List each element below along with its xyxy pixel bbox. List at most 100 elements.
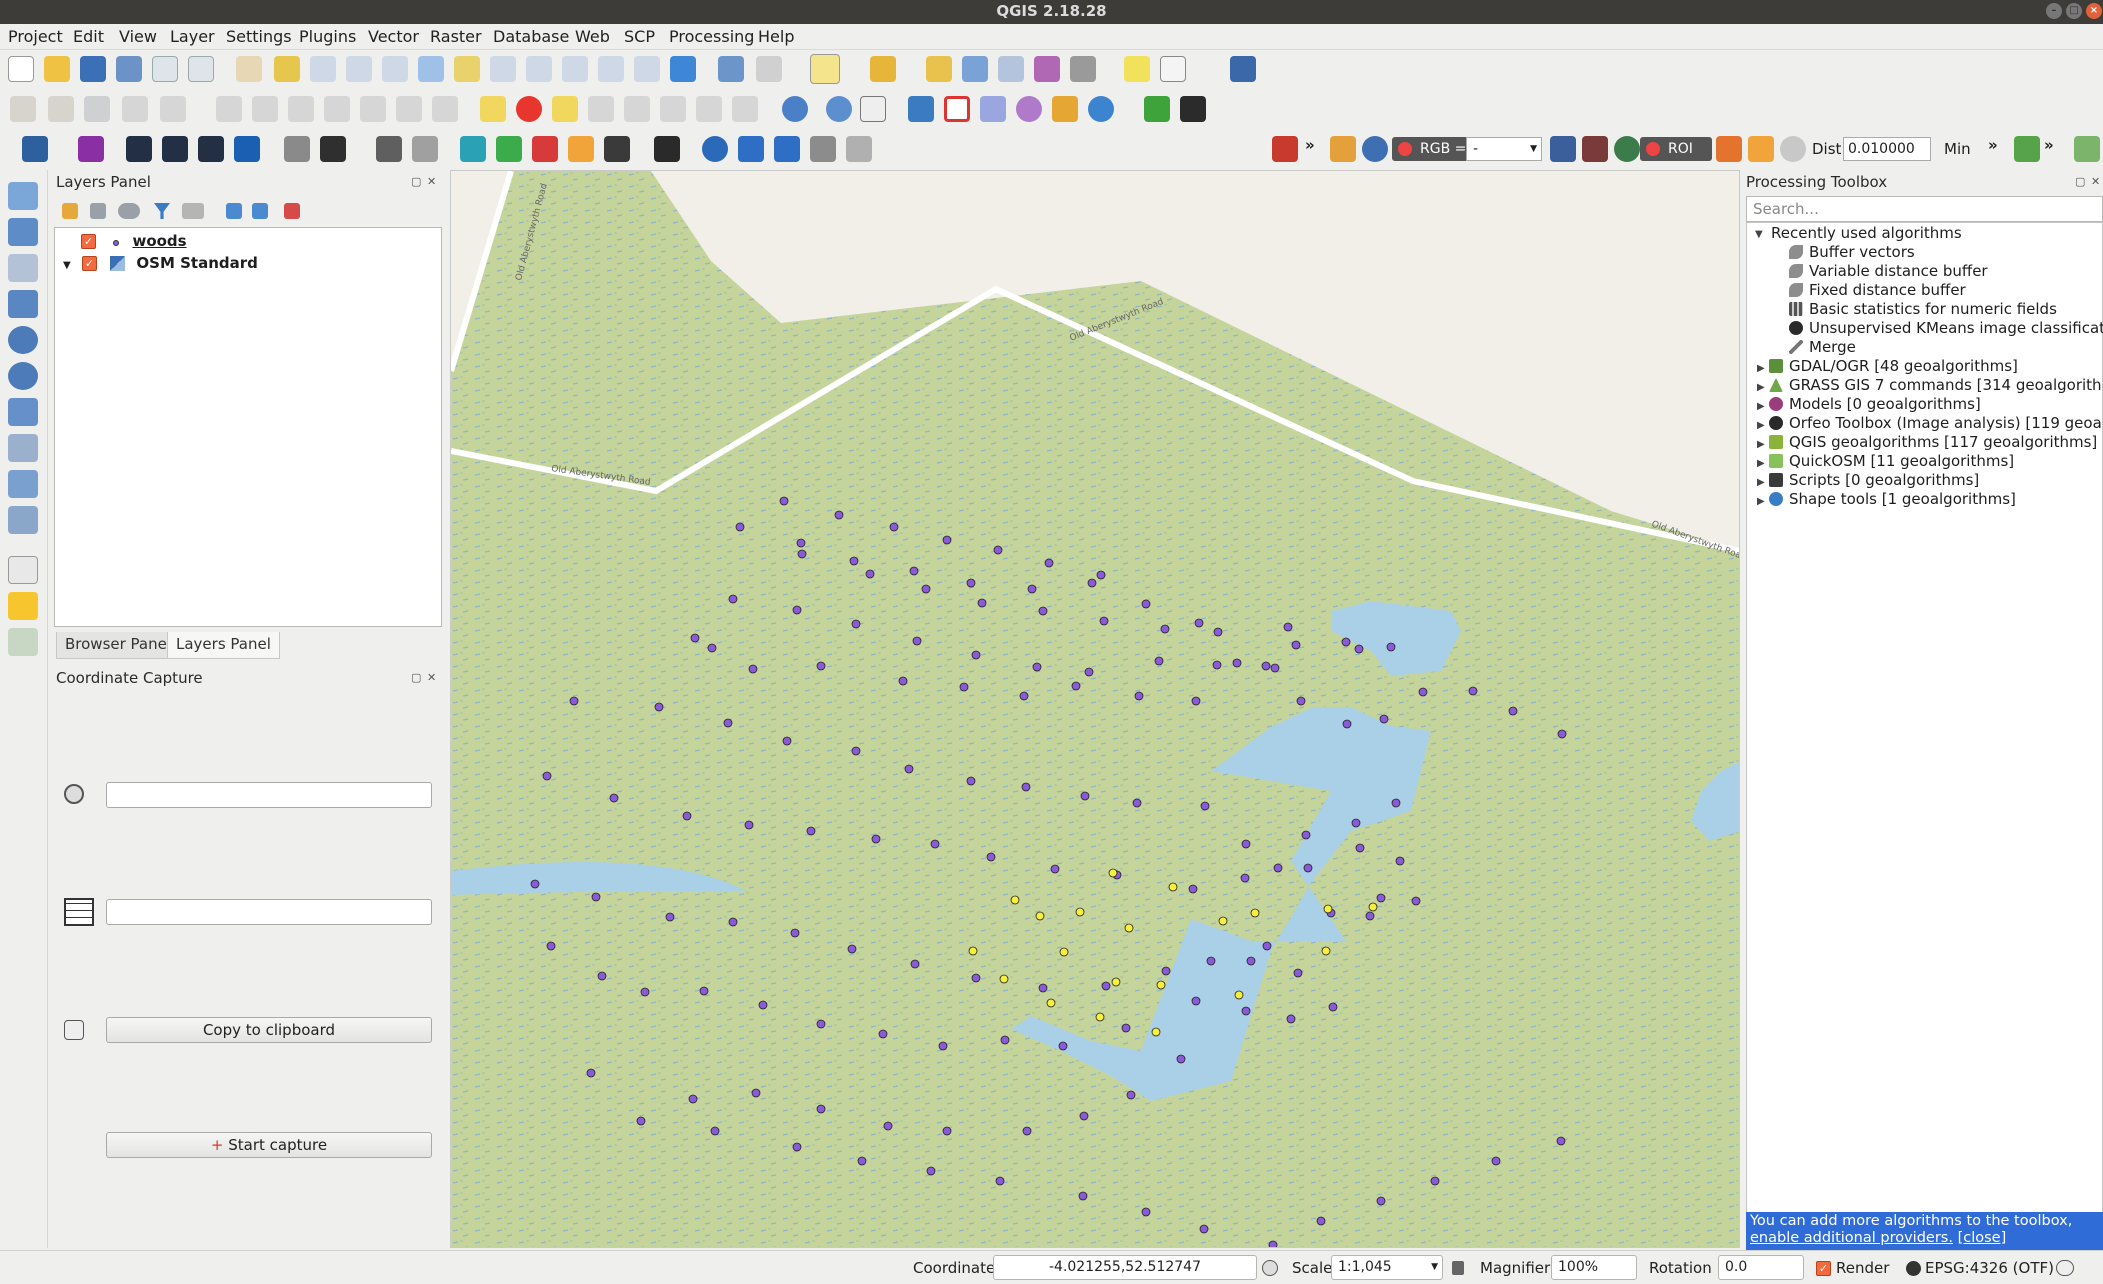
scp-dock-icon[interactable] — [22, 136, 48, 162]
woods-point[interactable] — [1132, 798, 1142, 808]
woods-point[interactable] — [591, 892, 601, 902]
woods-point[interactable] — [816, 1104, 826, 1114]
text-annotation-icon[interactable] — [1160, 56, 1186, 82]
whats-this-icon[interactable] — [1230, 56, 1256, 82]
menu-settings[interactable]: Settings — [226, 27, 292, 46]
delete-selected-icon[interactable] — [252, 96, 278, 122]
orbit-plugin-icon[interactable] — [1016, 96, 1042, 122]
expand-caret-icon[interactable]: ▶ — [1757, 401, 1765, 412]
map-tips-icon[interactable] — [1124, 56, 1150, 82]
copy-features-icon[interactable] — [324, 96, 350, 122]
new-spatialite-icon[interactable] — [8, 470, 38, 498]
layer-visibility-checkbox[interactable]: ✓ — [81, 234, 96, 249]
zoom-selection-icon[interactable] — [454, 56, 480, 82]
move-feature-icon[interactable] — [160, 96, 186, 122]
select-by-expression-icon[interactable] — [870, 56, 896, 82]
woods-point[interactable] — [1386, 642, 1396, 652]
provider-shape-tools[interactable]: Shape tools [1 geoalgorithms] — [1769, 490, 2016, 508]
woods-point[interactable] — [930, 839, 940, 849]
roi-toggle[interactable]: ROI — [1640, 137, 1712, 161]
expand-caret-icon[interactable]: ▶ — [1757, 382, 1765, 393]
provider-qgis[interactable]: QGIS geoalgorithms [117 geoalgorithms] — [1769, 433, 2097, 451]
woods-point[interactable] — [779, 496, 789, 506]
zoom-full-icon[interactable] — [418, 56, 444, 82]
new-bookmark-icon[interactable] — [598, 56, 624, 82]
copy-clipboard-icon[interactable] — [64, 1020, 84, 1040]
woods-point[interactable] — [966, 776, 976, 786]
woods-point[interactable] — [796, 538, 806, 548]
profile-tool-icon[interactable] — [1144, 96, 1170, 122]
render-checkbox[interactable]: ✓ — [1816, 1261, 1831, 1276]
tab-browser-panel[interactable]: Browser Panel — [56, 632, 181, 659]
selected-woods-point[interactable] — [1035, 911, 1045, 921]
rotation-spinbox[interactable]: 0.0 — [1718, 1255, 1804, 1280]
selected-woods-point[interactable] — [1321, 946, 1331, 956]
woods-point[interactable] — [1213, 627, 1223, 637]
woods-point[interactable] — [1058, 1041, 1068, 1051]
roi-plus-icon[interactable] — [1748, 136, 1774, 162]
woods-point[interactable] — [871, 834, 881, 844]
woods-point[interactable] — [942, 535, 952, 545]
menu-scp[interactable]: SCP — [624, 27, 655, 46]
woods-point[interactable] — [921, 584, 931, 594]
selected-woods-point[interactable] — [1095, 1012, 1105, 1022]
selected-woods-point[interactable] — [1323, 904, 1333, 914]
crs-selector-icon[interactable] — [64, 784, 84, 804]
line-tool-icon[interactable] — [774, 136, 800, 162]
add-raster-layer-icon[interactable] — [8, 218, 38, 246]
csw-icon[interactable] — [860, 96, 886, 122]
menu-database[interactable]: Database — [493, 27, 569, 46]
collapse-caret-icon[interactable]: ▼ — [1755, 229, 1763, 240]
woods-point[interactable] — [1376, 893, 1386, 903]
woods-point[interactable] — [665, 912, 675, 922]
run-icon[interactable] — [568, 136, 594, 162]
zoom-out-icon[interactable] — [346, 56, 372, 82]
woods-point[interactable] — [1301, 830, 1311, 840]
selected-woods-point[interactable] — [1010, 895, 1020, 905]
woods-point[interactable] — [1191, 696, 1201, 706]
selected-woods-point[interactable] — [1111, 977, 1121, 987]
woods-point[interactable] — [971, 973, 981, 983]
add-wcs-icon[interactable] — [8, 362, 38, 390]
provider-models[interactable]: Models [0 geoalgorithms] — [1769, 395, 1981, 413]
expand-caret-icon[interactable]: ▶ — [1757, 477, 1765, 488]
woods-point[interactable] — [1101, 981, 1111, 991]
save-project-icon[interactable] — [80, 56, 106, 82]
woods-point[interactable] — [1261, 661, 1271, 671]
signature-plot-icon[interactable] — [2014, 136, 2040, 162]
provider-gdal[interactable]: GDAL/OGR [48 geoalgorithms] — [1769, 357, 2018, 375]
zoom-layer-icon[interactable] — [490, 56, 516, 82]
woods-point[interactable] — [942, 1126, 952, 1136]
woods-point[interactable] — [710, 1126, 720, 1136]
close-panel-icon[interactable]: ✕ — [427, 671, 436, 684]
crs-globe-icon[interactable] — [1906, 1261, 1921, 1276]
messages-icon[interactable] — [2056, 1260, 2074, 1276]
woods-point[interactable] — [1468, 686, 1478, 696]
expand-caret-icon[interactable]: ▶ — [1757, 363, 1765, 374]
metasearch-icon[interactable] — [826, 96, 852, 122]
woods-point[interactable] — [959, 682, 969, 692]
woods-point[interactable] — [1557, 729, 1567, 739]
add-delimited-text-icon[interactable] — [8, 254, 38, 282]
measure-icon[interactable] — [1070, 56, 1096, 82]
woods-point[interactable] — [851, 619, 861, 629]
woods-point[interactable] — [542, 771, 552, 781]
woods-point[interactable] — [1508, 706, 1518, 716]
scale-combobox[interactable]: 1:1,045 ▼ — [1331, 1255, 1443, 1280]
woods-point[interactable] — [857, 1156, 867, 1166]
nnjoin-icon[interactable] — [8, 592, 38, 620]
pin-labels-icon[interactable] — [588, 96, 614, 122]
close-panel-icon[interactable]: ✕ — [427, 175, 436, 188]
rgb-combobox[interactable]: - ▼ — [1466, 137, 1542, 161]
coordinate-field-2[interactable] — [106, 899, 432, 925]
ipython-console-icon[interactable] — [1180, 96, 1206, 122]
save-as-icon[interactable] — [116, 56, 142, 82]
grid-plugin-icon[interactable] — [980, 96, 1006, 122]
binoculars-icon[interactable] — [1550, 136, 1576, 162]
float-panel-icon[interactable]: ▢ — [411, 175, 421, 188]
woods-point[interactable] — [977, 598, 987, 608]
woods-point[interactable] — [1126, 1090, 1136, 1100]
statistics-summary-icon[interactable] — [1034, 56, 1060, 82]
layers-stack-icon[interactable] — [1272, 136, 1298, 162]
woods-point[interactable] — [1000, 1035, 1010, 1045]
